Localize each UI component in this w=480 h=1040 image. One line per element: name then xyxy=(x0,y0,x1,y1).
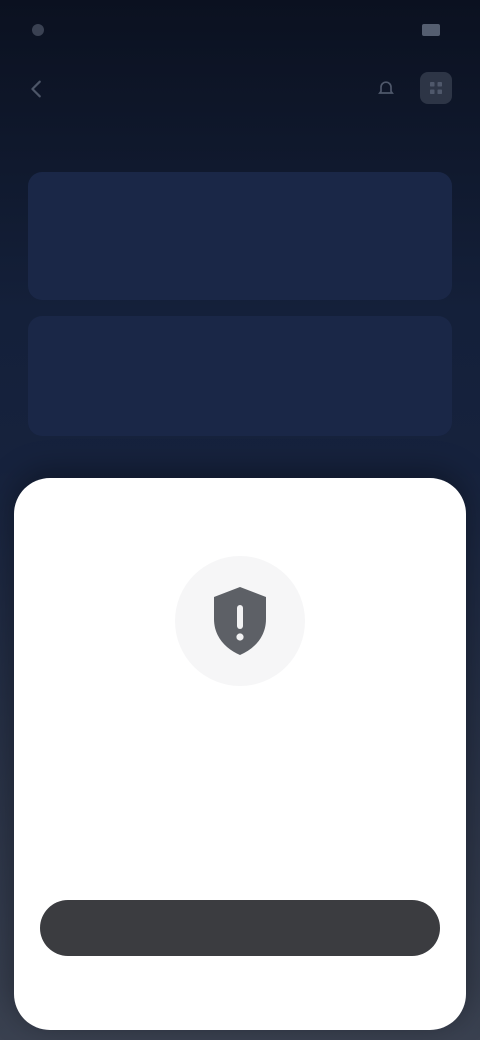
modal-confirm-button[interactable] xyxy=(40,900,440,956)
bell-icon[interactable] xyxy=(370,72,402,104)
nav-actions xyxy=(370,72,452,104)
status-left xyxy=(32,24,52,36)
account-card[interactable] xyxy=(28,316,452,436)
status-bar xyxy=(0,0,480,60)
signal-icon xyxy=(422,24,440,36)
account-card[interactable] xyxy=(28,172,452,300)
chevron-left-icon[interactable] xyxy=(26,78,48,100)
nav-bar xyxy=(0,60,480,116)
status-app-icon xyxy=(32,24,44,36)
status-right xyxy=(422,24,448,36)
shield-alert-icon xyxy=(208,583,272,659)
modal-icon-badge xyxy=(175,556,305,686)
app-screen xyxy=(0,0,480,1040)
grid-icon[interactable] xyxy=(420,72,452,104)
alert-modal xyxy=(14,478,466,1030)
